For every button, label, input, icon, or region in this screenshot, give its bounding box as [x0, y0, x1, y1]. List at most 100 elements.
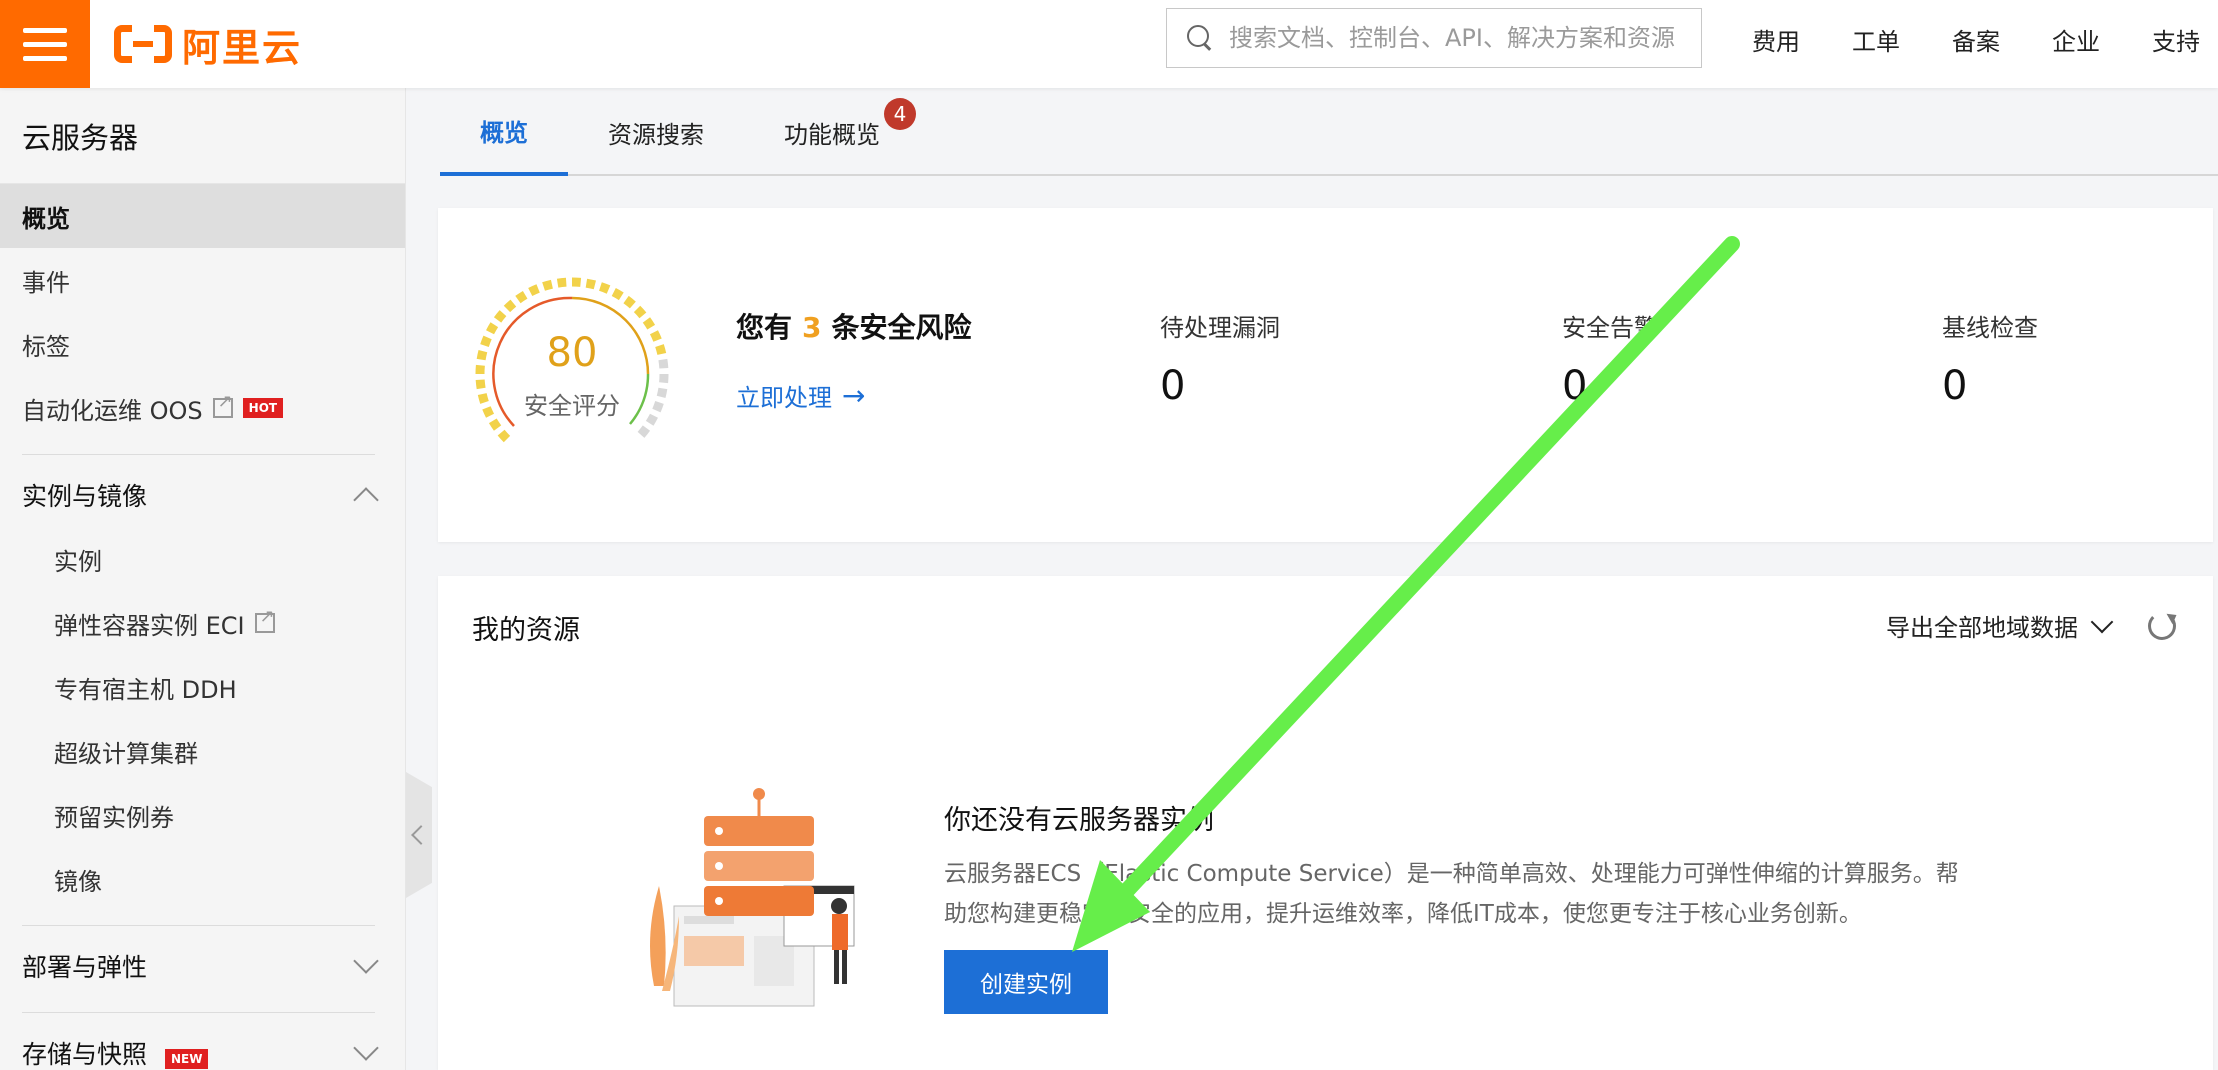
risk-count: 3 — [802, 311, 822, 344]
tab-overview[interactable]: 概览 — [440, 88, 568, 176]
gauge-dash — [556, 277, 567, 288]
stat-baseline[interactable]: 基线检查 0 — [1942, 308, 2038, 409]
sidebar-item-label: 专有宿主机 DDH — [54, 675, 237, 704]
resources-card: 我的资源 导出全部地域数据 你还没有云服务器实例 云服务器ECS（Elastic… — [438, 576, 2213, 1070]
sidebar-item-ri[interactable]: 预留实例券 — [0, 783, 405, 847]
export-dropdown[interactable]: 导出全部地域数据 — [1886, 608, 2114, 643]
handle-now-label: 立即处理 — [736, 384, 832, 412]
create-instance-button[interactable]: 创建实例 — [944, 950, 1108, 1014]
sidebar-item-tags[interactable]: 标签 — [0, 312, 405, 376]
sidebar-item-label: 镜像 — [54, 867, 102, 896]
sidebar-collapse-handle[interactable] — [406, 772, 432, 898]
gauge-dash — [611, 288, 624, 301]
stat-label: 安全告警 — [1562, 314, 1658, 342]
top-nav: 费用 工单 备案 企业 支持 — [1752, 0, 2200, 78]
top-bar: 阿里云 费用 工单 备案 企业 支持 — [0, 0, 2218, 88]
topnav-support[interactable]: 支持 — [2152, 22, 2200, 57]
security-card: 80 安全评分 您有 3 条安全风险 立即处理 → 待处理漏洞 0 安全告警 0 基… — [438, 208, 2213, 542]
search-icon — [1187, 25, 1213, 51]
security-score-label: 安全评分 — [524, 392, 620, 420]
tab-label: 资源搜索 — [608, 120, 704, 149]
gauge-dash — [515, 290, 528, 304]
export-label: 导出全部地域数据 — [1886, 614, 2078, 642]
risk-summary: 您有 3 条安全风险 — [736, 306, 972, 346]
stat-value: 0 — [1942, 363, 1968, 409]
sidebar-item-label: 事件 — [22, 268, 70, 297]
sidebar-title: 云服务器 — [0, 88, 405, 184]
sidebar-divider — [22, 1012, 375, 1013]
sidebar: 云服务器 概览 事件 标签 自动化运维 OOS HOT 实例与镜像 实例 弹性容… — [0, 88, 406, 1070]
sidebar-item-oos[interactable]: 自动化运维 OOS HOT — [0, 376, 405, 440]
topnav-enterprise[interactable]: 企业 — [2052, 22, 2100, 57]
stat-label: 待处理漏洞 — [1160, 314, 1280, 342]
sidebar-group-instances[interactable]: 实例与镜像 — [0, 463, 405, 527]
sidebar-group-deploy[interactable]: 部署与弹性 — [0, 934, 405, 998]
empty-state-description: 云服务器ECS（Elastic Compute Service）是一种简单高效、… — [944, 861, 1959, 927]
risk-suffix: 条安全风险 — [831, 311, 972, 344]
sidebar-group-label: 实例与镜像 — [22, 482, 148, 511]
refresh-icon[interactable] — [2148, 612, 2176, 640]
risk-prefix: 您有 — [736, 311, 793, 344]
sidebar-group-label: 部署与弹性 — [22, 953, 148, 982]
tab-bar: 概览 资源搜索 功能概览 4 — [440, 88, 2218, 176]
hamburger-menu-icon[interactable] — [0, 0, 90, 88]
handle-now-link[interactable]: 立即处理 → — [736, 378, 865, 413]
logo-mark-icon — [114, 25, 172, 63]
sidebar-group-label: 存储与快照 — [22, 1040, 148, 1069]
sidebar-item-label: 概览 — [22, 204, 70, 233]
stat-alerts[interactable]: 安全告警 0 — [1562, 308, 1658, 409]
sidebar-item-label: 实例 — [54, 547, 102, 576]
sidebar-item-eci[interactable]: 弹性容器实例 ECI — [0, 591, 405, 655]
gauge-dash — [488, 418, 502, 431]
security-score: 80 — [546, 330, 598, 376]
sidebar-group-storage[interactable]: 存储与快照 NEW — [0, 1021, 405, 1070]
gauge-dash — [623, 295, 636, 309]
gauge-dash — [637, 425, 651, 438]
topnav-tickets[interactable]: 工单 — [1852, 22, 1900, 57]
sidebar-divider — [22, 454, 375, 455]
notification-badge: 4 — [884, 98, 916, 130]
chevron-down-icon — [353, 1035, 379, 1061]
gauge-dash — [503, 299, 517, 313]
chevron-down-icon — [353, 948, 379, 974]
external-link-icon — [254, 606, 275, 633]
external-link-icon — [212, 391, 233, 418]
sidebar-item-label: 自动化运维 OOS — [22, 396, 203, 425]
tab-feature-overview[interactable]: 功能概览 4 — [744, 88, 936, 176]
chevron-left-icon — [411, 825, 431, 845]
sidebar-item-instances[interactable]: 实例 — [0, 527, 405, 591]
arrow-right-icon: → — [842, 379, 866, 412]
tab-resource-search[interactable]: 资源搜索 — [568, 88, 744, 176]
empty-state-title: 你还没有云服务器实例 — [944, 805, 1214, 836]
gauge-dash — [598, 282, 611, 294]
sidebar-item-events[interactable]: 事件 — [0, 248, 405, 312]
resources-title: 我的资源 — [472, 615, 580, 646]
gauge-dash — [633, 305, 647, 319]
gauge-dash — [542, 279, 553, 291]
stat-value: 0 — [1160, 363, 1186, 409]
search-box[interactable] — [1166, 8, 1702, 68]
tab-label: 功能概览 — [784, 120, 880, 149]
aliyun-logo[interactable]: 阿里云 — [114, 18, 302, 70]
gauge-dash — [642, 317, 656, 330]
topnav-billing[interactable]: 费用 — [1752, 22, 1800, 57]
sidebar-item-label: 弹性容器实例 ECI — [54, 611, 245, 640]
sidebar-item-ddh[interactable]: 专有宿主机 DDH — [0, 655, 405, 719]
sidebar-item-overview[interactable]: 概览 — [0, 184, 405, 248]
sidebar-item-images[interactable]: 镜像 — [0, 847, 405, 911]
gauge-dash — [497, 429, 511, 443]
tab-label: 概览 — [480, 118, 528, 147]
sidebar-item-scc[interactable]: 超级计算集群 — [0, 719, 405, 783]
sidebar-item-label: 超级计算集群 — [54, 739, 198, 768]
stat-value: 0 — [1562, 363, 1588, 409]
chevron-down-icon — [2090, 610, 2114, 633]
stat-vulnerabilities[interactable]: 待处理漏洞 0 — [1160, 308, 1280, 409]
search-input[interactable] — [1229, 24, 1689, 52]
gauge-dash — [585, 278, 596, 290]
topnav-icp[interactable]: 备案 — [1952, 22, 2000, 57]
logo-text: 阿里云 — [182, 25, 303, 70]
sidebar-item-label: 预留实例券 — [54, 803, 174, 832]
sidebar-item-label: 标签 — [22, 332, 70, 361]
server-illustration — [650, 788, 855, 1007]
chevron-up-icon — [353, 487, 379, 513]
